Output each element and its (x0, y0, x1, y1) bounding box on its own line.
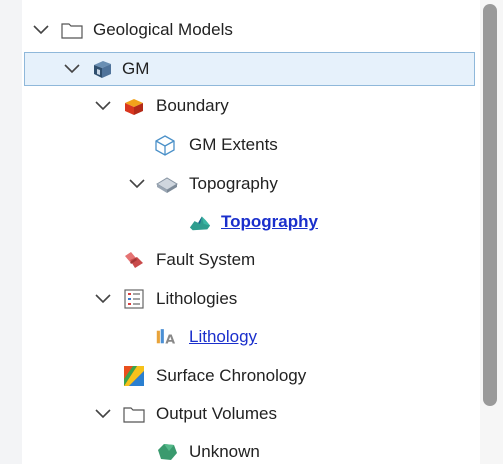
tree-item-surface-chronology[interactable]: Surface Chronology (22, 359, 476, 393)
tree-item-link[interactable]: Lithology (189, 327, 257, 347)
tree-item-lithologies[interactable]: Lithologies (22, 282, 476, 316)
tree-item-label: Boundary (156, 96, 229, 115)
fault-system-icon (123, 249, 145, 271)
svg-text:A: A (165, 331, 175, 346)
lithology-icon: A (156, 326, 178, 348)
topography-mesh-icon (189, 211, 211, 233)
tree-item-label: Topography (189, 174, 278, 193)
tree-item-label: GM Extents (189, 135, 278, 154)
project-tree: Geological Models GM Boundary GM Extents… (22, 0, 476, 464)
left-gutter (0, 0, 22, 464)
tree-item-label: Unknown (189, 442, 260, 461)
tree-item-label: Fault System (156, 250, 256, 269)
tree-item-topography-surface[interactable]: Topography (22, 167, 476, 201)
folder-icon (123, 403, 145, 425)
tree-item-link[interactable]: Topography (221, 212, 318, 232)
folder-icon (61, 19, 83, 41)
chevron-down-icon[interactable] (94, 97, 112, 115)
tree-item-geological-models[interactable]: Geological Models (22, 13, 476, 47)
tree-item-label: Output Volumes (156, 404, 277, 423)
scrollbar-thumb[interactable] (483, 4, 497, 406)
chevron-down-icon[interactable] (94, 405, 112, 423)
chevron-down-icon[interactable] (32, 21, 50, 39)
extents-box-icon (154, 134, 176, 156)
tree-item-lithology[interactable]: A Lithology (22, 320, 476, 354)
volume-icon (156, 441, 178, 463)
chevron-down-icon[interactable] (128, 175, 146, 193)
geological-model-icon (91, 58, 113, 80)
tree-item-label: Lithologies (156, 289, 238, 308)
tree-item-topography-mesh[interactable]: Topography (22, 205, 476, 239)
tree-item-boundary[interactable]: Boundary (22, 89, 476, 123)
lithologies-list-icon (123, 288, 145, 310)
tree-item-gm[interactable]: GM (24, 52, 475, 86)
boundary-icon (123, 95, 145, 117)
tree-item-label: Geological Models (93, 20, 233, 39)
chevron-down-icon[interactable] (94, 290, 112, 308)
chevron-down-icon[interactable] (63, 60, 81, 78)
tree-item-fault-system[interactable]: Fault System (22, 243, 476, 277)
tree-item-gm-extents[interactable]: GM Extents (22, 128, 476, 162)
tree-item-output-volumes[interactable]: Output Volumes (22, 397, 476, 431)
tree-item-label: Surface Chronology (156, 366, 307, 385)
surface-chronology-icon (123, 365, 145, 387)
topography-surface-icon (156, 173, 178, 195)
tree-item-label: GM (122, 59, 150, 78)
